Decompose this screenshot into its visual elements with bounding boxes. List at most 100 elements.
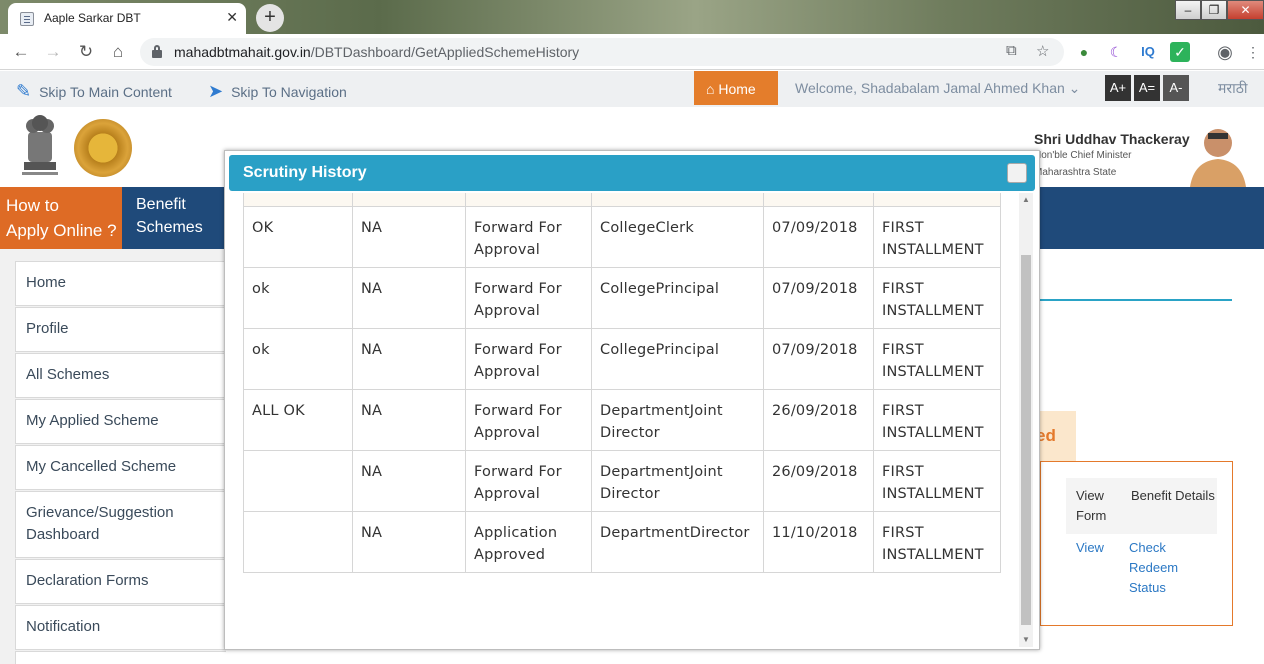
check-redeem-status-link[interactable]: Check Redeem Status xyxy=(1129,538,1199,598)
bookmark-star-icon[interactable]: ☆ xyxy=(1036,42,1049,60)
cell-action: Forward For Approval xyxy=(465,328,592,390)
modal-scrollbar[interactable]: ▲ ▼ xyxy=(1019,193,1033,647)
font-increase-button[interactable]: A+ xyxy=(1105,75,1131,101)
sidebar-item-cancelled-scheme[interactable]: My Cancelled Scheme xyxy=(15,445,230,490)
modal-close-button[interactable] xyxy=(1007,163,1027,183)
forward-icon[interactable]: → xyxy=(41,40,65,64)
cell-remark xyxy=(243,450,353,512)
extension-globe-icon[interactable]: ● xyxy=(1074,42,1094,62)
tab-close-icon[interactable]: ✕ xyxy=(226,9,238,26)
scrutiny-history-table: OK NA Forward For Approval CollegeClerk … xyxy=(243,193,1001,573)
extension-iq-icon[interactable]: IQ xyxy=(1138,42,1158,62)
skip-nav-link[interactable]: ➤ Skip To Navigation xyxy=(208,81,347,102)
col-header-view-form: View Form xyxy=(1066,478,1121,534)
sidebar-item-applied-scheme[interactable]: My Applied Scheme xyxy=(15,399,230,444)
new-tab-button[interactable]: + xyxy=(256,4,284,32)
house-icon: ⌂ xyxy=(706,81,719,97)
browser-tabstrip: Aaple Sarkar DBT ✕ + – ❐ ✕ xyxy=(0,0,1264,34)
modal-body: OK NA Forward For Approval CollegeClerk … xyxy=(225,193,1019,649)
language-toggle[interactable]: मराठी xyxy=(1218,79,1247,98)
cell-remark: ALL OK xyxy=(243,389,353,451)
extension-check-icon[interactable]: ✓ xyxy=(1170,42,1190,62)
how-to-line2: Apply Online ? xyxy=(6,221,117,240)
benefit-schemes-link[interactable]: Benefit Schemes xyxy=(126,193,203,239)
reload-icon[interactable]: ↻ xyxy=(74,40,98,64)
cell-reason: NA xyxy=(352,328,466,390)
cell-action: Forward For Approval xyxy=(465,450,592,512)
benefit-line1: Benefit xyxy=(136,196,186,213)
scroll-down-icon[interactable]: ▼ xyxy=(1019,633,1033,647)
cell-reason: NA xyxy=(352,450,466,512)
cell-reason: NA xyxy=(352,389,466,451)
status-tab-partial[interactable]: ed xyxy=(1036,411,1076,461)
cell-remark xyxy=(243,511,353,573)
cell-date: 26/09/2018 xyxy=(763,389,874,451)
address-bar[interactable]: mahadbtmahait.gov.in/DBTDashboard/GetApp… xyxy=(140,38,1064,66)
pencil-icon: ✎ xyxy=(16,81,32,101)
cell-by: DepartmentJoint Director xyxy=(591,389,764,451)
cm-title: Hon'ble Chief Minister xyxy=(1034,150,1132,161)
window-close-button[interactable]: ✕ xyxy=(1227,0,1264,20)
scroll-up-icon[interactable]: ▲ xyxy=(1019,193,1033,207)
cell-installment: FIRST INSTALLMENT xyxy=(873,450,1001,512)
home-button[interactable]: ⌂ Home xyxy=(694,71,778,105)
cell-action: Forward For Approval xyxy=(465,206,592,268)
blocked-popup-icon[interactable]: ⧉ xyxy=(1006,42,1017,59)
col-header-benefit-details: Benefit Details xyxy=(1121,478,1217,534)
sidebar-item-notification[interactable]: Notification xyxy=(15,605,230,650)
skip-main-link[interactable]: ✎ Skip To Main Content xyxy=(16,81,172,102)
cell-installment: FIRST INSTALLMENT xyxy=(873,267,1001,329)
window-minimize-button[interactable]: – xyxy=(1175,0,1201,20)
table-row: NA Forward For Approval DepartmentJoint … xyxy=(243,450,1001,512)
font-decrease-button[interactable]: A- xyxy=(1163,75,1189,101)
cell-date: 07/09/2018 xyxy=(763,267,874,329)
cell-remark: ok xyxy=(243,267,353,329)
browser-toolbar: ← → ↻ ⌂ mahadbtmahait.gov.in/DBTDashboar… xyxy=(0,34,1264,70)
back-icon[interactable]: ← xyxy=(9,40,33,64)
how-to-line1: How to xyxy=(6,196,59,215)
sidebar-item-home[interactable]: Home xyxy=(15,261,230,306)
accessibility-bar: ✎ Skip To Main Content ➤ Skip To Navigatio… xyxy=(0,71,1264,107)
scrollbar-thumb[interactable] xyxy=(1021,255,1031,625)
page-favicon-icon xyxy=(20,12,34,26)
cell-date: 07/09/2018 xyxy=(763,328,874,390)
table-row: OK NA Forward For Approval CollegeClerk … xyxy=(243,206,1001,268)
how-to-apply-link[interactable]: How to Apply Online ? xyxy=(0,187,122,249)
modal-header: Scrutiny History xyxy=(229,155,1035,191)
chevron-down-icon: ⌄ xyxy=(1068,80,1081,96)
cell-action: Forward For Approval xyxy=(465,389,592,451)
window-maximize-button[interactable]: ❐ xyxy=(1201,0,1227,20)
modal-title: Scrutiny History xyxy=(243,164,367,181)
browser-tab[interactable]: Aaple Sarkar DBT ✕ xyxy=(8,3,246,34)
table-row: NA Application Approved DepartmentDirect… xyxy=(243,511,1001,573)
welcome-user-dropdown[interactable]: Welcome, Shadabalam Jamal Ahmed Khan ⌄ xyxy=(795,80,1080,97)
sidebar-item-declaration[interactable]: Declaration Forms xyxy=(15,559,230,604)
cell-remark: OK xyxy=(243,206,353,268)
profile-avatar-icon[interactable]: ◉ xyxy=(1215,42,1235,62)
cm-name: Shri Uddhav Thackeray xyxy=(1034,131,1190,147)
cell-installment: FIRST INSTALLMENT xyxy=(873,206,1001,268)
font-normal-button[interactable]: A= xyxy=(1134,75,1160,101)
extension-moon-icon[interactable]: ☾ xyxy=(1106,42,1126,62)
national-emblem-icon xyxy=(22,115,58,175)
cell-action: Application Approved xyxy=(465,511,592,573)
cell-by: DepartmentDirector xyxy=(591,511,764,573)
browser-menu-icon[interactable]: ⋮ xyxy=(1243,42,1263,62)
cell-installment: FIRST INSTALLMENT xyxy=(873,511,1001,573)
sidebar-item-all-schemes[interactable]: All Schemes xyxy=(15,353,230,398)
maharashtra-seal-icon xyxy=(74,119,132,177)
url-text[interactable]: mahadbtmahait.gov.in/DBTDashboard/GetApp… xyxy=(174,44,579,60)
cell-by: CollegePrincipal xyxy=(591,328,764,390)
section-underline xyxy=(1040,299,1232,301)
sidebar-item-grievance[interactable]: Grievance/Suggestion Dashboard xyxy=(15,491,230,558)
cell-installment: FIRST INSTALLMENT xyxy=(873,389,1001,451)
cell-by: DepartmentJoint Director xyxy=(591,450,764,512)
cell-by: CollegeClerk xyxy=(591,206,764,268)
cell-installment: FIRST INSTALLMENT xyxy=(873,328,1001,390)
home-icon[interactable]: ⌂ xyxy=(106,40,130,64)
view-form-link[interactable]: View xyxy=(1076,538,1104,558)
sidebar-item-profile[interactable]: Profile xyxy=(15,307,230,352)
table-row: ok NA Forward For Approval CollegePrinci… xyxy=(243,328,1001,390)
sidebar-item-more[interactable] xyxy=(15,651,230,664)
applied-scheme-table: View Form Benefit Details View Check Red… xyxy=(1040,461,1233,626)
